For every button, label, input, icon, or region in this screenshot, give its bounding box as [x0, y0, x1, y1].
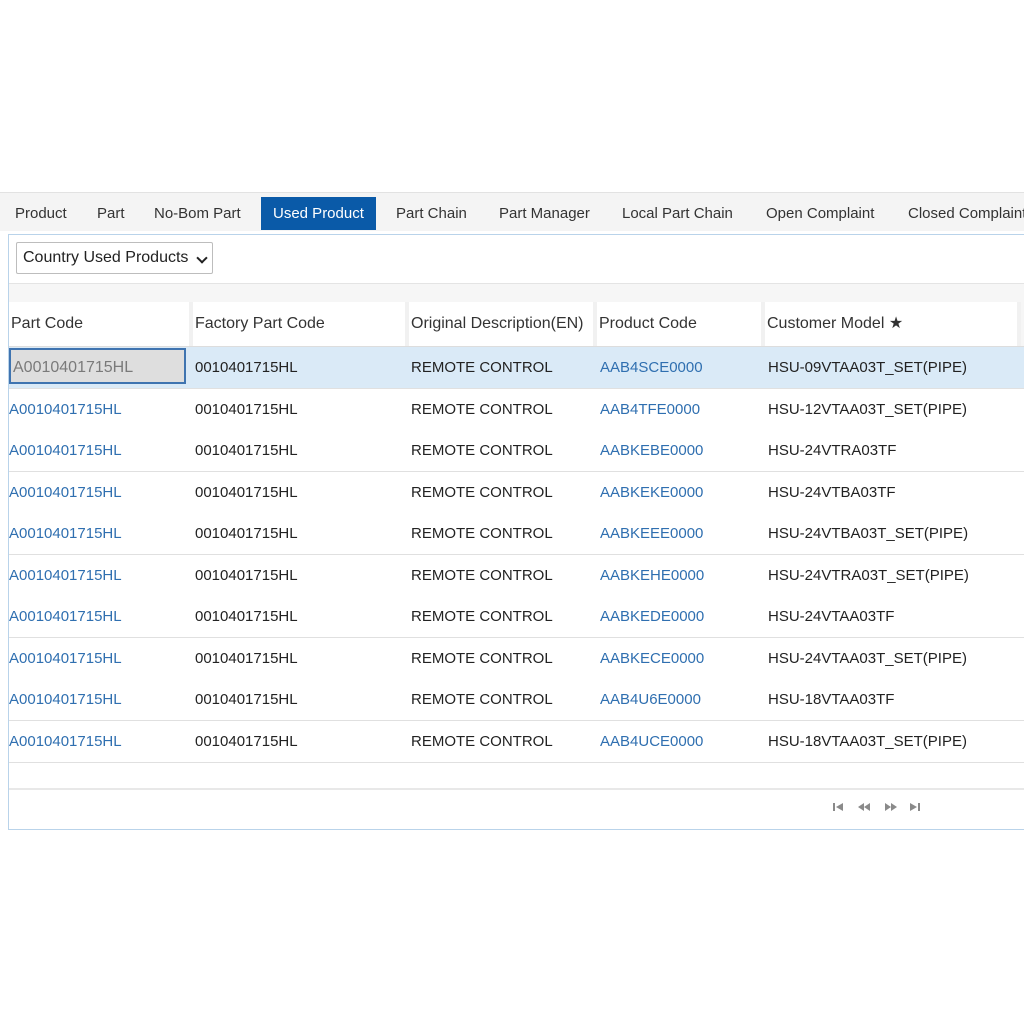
- table-row[interactable]: A0010401715HL 0010401715HL REMOTE CONTRO…: [9, 596, 1024, 638]
- app-window: Product Part No-Bom Part Used Product Pa…: [0, 192, 1024, 832]
- part-code-cell[interactable]: A0010401715HL: [9, 348, 186, 384]
- description-cell: REMOTE CONTROL: [411, 442, 553, 459]
- country-used-products-select[interactable]: Country Used Products: [16, 242, 214, 274]
- factory-part-code-cell: 0010401715HL: [195, 608, 298, 625]
- customer-model-cell: HSU-18VTAA03T_SET(PIPE): [768, 733, 967, 750]
- part-code-link[interactable]: A0010401715HL: [9, 513, 122, 554]
- product-code-link[interactable]: AAB4SCE0000: [600, 347, 703, 388]
- grid-header: Part Code Factory Part Code Original Des…: [9, 302, 1024, 347]
- part-code-link[interactable]: A0010401715HL: [9, 596, 122, 637]
- part-code-link[interactable]: A0010401715HL: [9, 389, 122, 430]
- product-code-link[interactable]: AAB4TFE0000: [600, 389, 700, 430]
- factory-part-code-cell: 0010401715HL: [195, 484, 298, 501]
- table-row[interactable]: A0010401715HL 0010401715HL REMOTE CONTRO…: [9, 430, 1024, 472]
- tab-part[interactable]: Part: [97, 197, 125, 230]
- description-cell: REMOTE CONTROL: [411, 733, 553, 750]
- column-header-original-description[interactable]: Original Description(EN): [409, 302, 597, 346]
- chevron-down-icon: [196, 252, 209, 264]
- table-row[interactable]: A0010401715HL 0010401715HL REMOTE CONTRO…: [9, 472, 1024, 514]
- part-code-link[interactable]: A0010401715HL: [9, 472, 122, 513]
- tab-part-manager[interactable]: Part Manager: [499, 197, 590, 230]
- grid-empty-area: [9, 765, 1024, 790]
- customer-model-cell: HSU-18VTAA03TF: [768, 691, 895, 708]
- description-cell: REMOTE CONTROL: [411, 608, 553, 625]
- part-code-link[interactable]: A0010401715HL: [9, 721, 122, 762]
- table-row[interactable]: A0010401715HL 0010401715HL REMOTE CONTRO…: [9, 679, 1024, 721]
- description-cell: REMOTE CONTROL: [411, 484, 553, 501]
- customer-model-cell: HSU-24VTAA03TF: [768, 608, 895, 625]
- factory-part-code-cell: 0010401715HL: [195, 401, 298, 418]
- customer-model-cell: HSU-09VTAA03T_SET(PIPE): [768, 359, 967, 376]
- tab-no-bom-part[interactable]: No-Bom Part: [154, 197, 241, 230]
- used-product-panel: Country Used Products Part Code Factory …: [8, 234, 1024, 830]
- factory-part-code-cell: 0010401715HL: [195, 650, 298, 667]
- product-code-link[interactable]: AAB4UCE0000: [600, 721, 703, 762]
- part-code-link[interactable]: A0010401715HL: [9, 430, 122, 471]
- product-code-link[interactable]: AABKECE0000: [600, 638, 704, 679]
- tab-closed-complaint[interactable]: Closed Complaint: [908, 197, 1024, 230]
- description-cell: REMOTE CONTROL: [411, 691, 553, 708]
- prev-page-icon[interactable]: [858, 802, 870, 816]
- customer-model-cell: HSU-24VTRA03T_SET(PIPE): [768, 567, 969, 584]
- product-code-link[interactable]: AABKEHE0000: [600, 555, 704, 596]
- factory-part-code-cell: 0010401715HL: [195, 359, 298, 376]
- tab-used-product[interactable]: Used Product: [261, 197, 376, 230]
- filter-toolbar: Country Used Products: [9, 235, 1024, 284]
- description-cell: REMOTE CONTROL: [411, 525, 553, 542]
- pagination-bar: [9, 790, 1024, 828]
- product-code-link[interactable]: AABKEDE0000: [600, 596, 704, 637]
- table-row[interactable]: A0010401715HL 0010401715HL REMOTE CONTRO…: [9, 555, 1024, 597]
- table-row[interactable]: A0010401715HL 0010401715HL REMOTE CONTRO…: [9, 513, 1024, 555]
- part-code-link[interactable]: A0010401715HL: [9, 679, 122, 720]
- table-row[interactable]: A0010401715HL 0010401715HL REMOTE CONTRO…: [9, 389, 1024, 431]
- factory-part-code-cell: 0010401715HL: [195, 525, 298, 542]
- description-cell: REMOTE CONTROL: [411, 359, 553, 376]
- select-value: Country Used Products: [23, 249, 189, 266]
- tab-open-complaint[interactable]: Open Complaint: [766, 197, 874, 230]
- tab-bar: Product Part No-Bom Part Used Product Pa…: [0, 192, 1024, 231]
- customer-model-cell: HSU-24VTRA03TF: [768, 442, 897, 459]
- product-code-link[interactable]: AABKEEE0000: [600, 513, 703, 554]
- next-page-icon[interactable]: [885, 802, 897, 816]
- part-code-link[interactable]: A0010401715HL: [9, 638, 122, 679]
- part-code-link[interactable]: A0010401715HL: [9, 555, 122, 596]
- product-code-link[interactable]: AAB4U6E0000: [600, 679, 701, 720]
- tab-part-chain[interactable]: Part Chain: [396, 197, 467, 230]
- last-page-icon[interactable]: [910, 802, 922, 816]
- factory-part-code-cell: 0010401715HL: [195, 691, 298, 708]
- tab-product[interactable]: Product: [15, 197, 67, 230]
- first-page-icon[interactable]: [833, 802, 845, 816]
- customer-model-cell: HSU-12VTAA03T_SET(PIPE): [768, 401, 967, 418]
- grid-spacer: [9, 284, 1024, 302]
- factory-part-code-cell: 0010401715HL: [195, 567, 298, 584]
- description-cell: REMOTE CONTROL: [411, 401, 553, 418]
- column-header-product-code[interactable]: Product Code: [597, 302, 765, 346]
- product-code-link[interactable]: AABKEBE0000: [600, 430, 703, 471]
- description-cell: REMOTE CONTROL: [411, 650, 553, 667]
- table-row[interactable]: A0010401715HL 0010401715HL REMOTE CONTRO…: [9, 721, 1024, 763]
- factory-part-code-cell: 0010401715HL: [195, 733, 298, 750]
- customer-model-cell: HSU-24VTBA03TF: [768, 484, 896, 501]
- column-header-factory-part-code[interactable]: Factory Part Code: [193, 302, 409, 346]
- table-row[interactable]: A0010401715HL 0010401715HL REMOTE CONTRO…: [9, 347, 1024, 389]
- product-code-link[interactable]: AABKEKE0000: [600, 472, 703, 513]
- factory-part-code-cell: 0010401715HL: [195, 442, 298, 459]
- customer-model-cell: HSU-24VTBA03T_SET(PIPE): [768, 525, 969, 542]
- customer-model-cell: HSU-24VTAA03T_SET(PIPE): [768, 650, 967, 667]
- description-cell: REMOTE CONTROL: [411, 567, 553, 584]
- column-header-customer-model[interactable]: Customer Model ★: [765, 302, 1021, 346]
- column-header-part-code[interactable]: Part Code: [9, 302, 193, 346]
- tab-local-part-chain[interactable]: Local Part Chain: [622, 197, 733, 230]
- table-row[interactable]: A0010401715HL 0010401715HL REMOTE CONTRO…: [9, 638, 1024, 680]
